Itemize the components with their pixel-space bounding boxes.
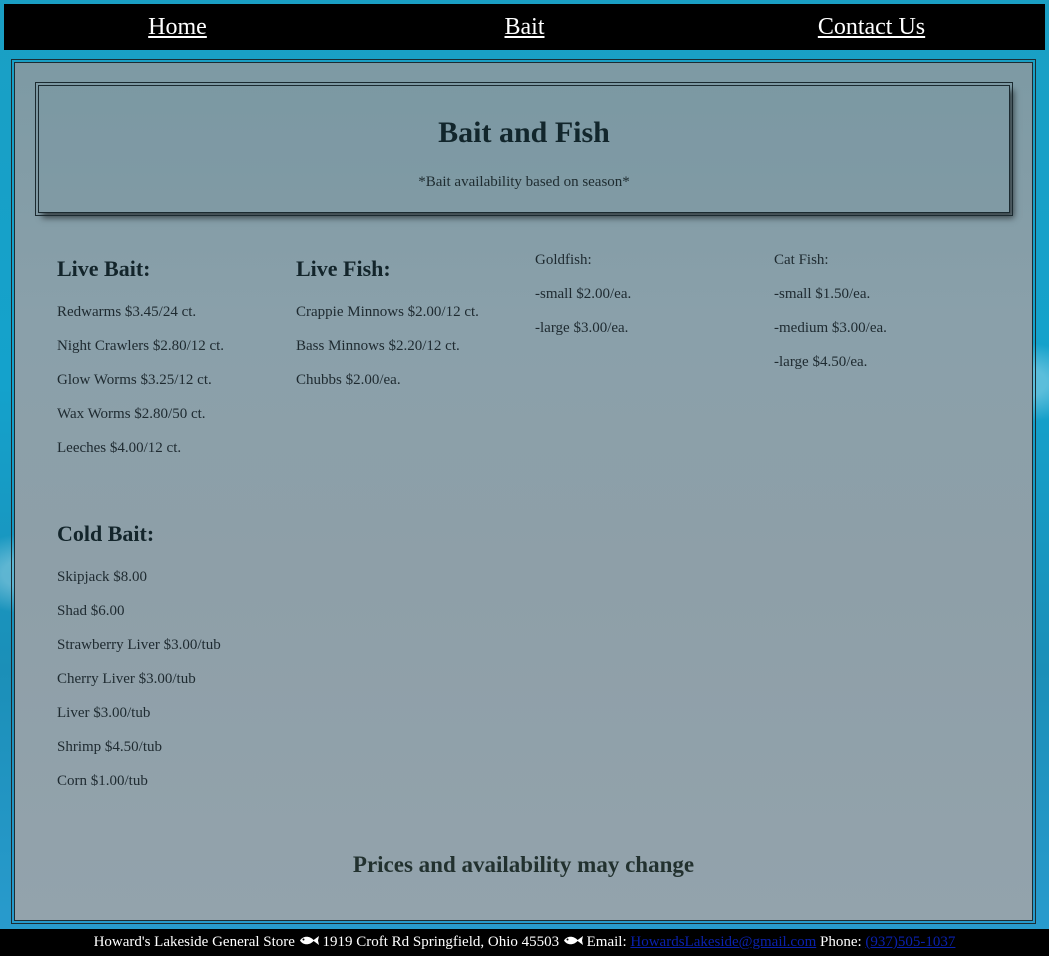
- cold-bait-heading: Cold Bait:: [57, 521, 155, 546]
- list-item: Night Crawlers $2.80/12 ct.: [57, 338, 225, 354]
- nav-home-link[interactable]: Home: [4, 14, 351, 41]
- store-address: 1919 Croft Rd Springfield, Ohio 45503: [322, 934, 560, 950]
- list-item: Shad $6.00: [57, 603, 125, 619]
- list-item: Shrimp $4.50/tub: [57, 739, 163, 755]
- phone-label: Phone:: [820, 934, 862, 950]
- list-item: Strawberry Liver $3.00/tub: [57, 637, 221, 653]
- page-header: Bait and Fish *Bait availability based o…: [35, 82, 1013, 216]
- list-item: Crappie Minnows $2.00/12 ct.: [296, 304, 479, 320]
- live-fish-section: Live Fish: Crappie Minnows $2.00/12 ct. …: [296, 256, 479, 397]
- goldfish-heading: Goldfish:: [535, 252, 592, 268]
- list-item: Skipjack $8.00: [57, 569, 147, 585]
- list-item: -large $3.00/ea.: [535, 320, 629, 336]
- top-nav: Home Bait Contact Us: [4, 4, 1045, 50]
- content-panel: Bait and Fish *Bait availability based o…: [11, 59, 1036, 924]
- list-item: Chubbs $2.00/ea.: [296, 372, 401, 388]
- list-item: Redwarms $3.45/24 ct.: [57, 304, 197, 320]
- list-item: Wax Worms $2.80/50 ct.: [57, 406, 206, 422]
- live-bait-heading: Live Bait:: [57, 256, 151, 281]
- list-item: Glow Worms $3.25/12 ct.: [57, 372, 212, 388]
- phone-link[interactable]: (937)505-1037: [865, 934, 955, 950]
- list-item: Liver $3.00/tub: [57, 705, 151, 721]
- list-item: -small $1.50/ea.: [774, 286, 871, 302]
- fish-icon: [299, 929, 319, 956]
- list-item: Cherry Liver $3.00/tub: [57, 671, 196, 687]
- catfish-section: Cat Fish: -small $1.50/ea. -medium $3.00…: [774, 243, 887, 379]
- list-item: Corn $1.00/tub: [57, 773, 148, 789]
- live-fish-heading: Live Fish:: [296, 256, 391, 281]
- price-notice: Prices and availability may change: [352, 852, 695, 877]
- email-link[interactable]: HowardsLakeside@gmail.com: [630, 934, 816, 950]
- cold-bait-section: Cold Bait: Skipjack $8.00 Shad $6.00 Str…: [57, 521, 221, 798]
- list-item: -large $4.50/ea.: [774, 354, 868, 370]
- fish-icon: [563, 929, 583, 956]
- catfish-heading: Cat Fish:: [774, 252, 829, 268]
- list-item: -small $2.00/ea.: [535, 286, 632, 302]
- list-item: -medium $3.00/ea.: [774, 320, 887, 336]
- page-subtitle: *Bait availability based on season*: [418, 174, 630, 190]
- footer: Howard's Lakeside General Store 1919 Cro…: [0, 929, 1049, 956]
- page-title: Bait and Fish: [438, 116, 610, 149]
- nav-contact-link[interactable]: Contact Us: [698, 14, 1045, 41]
- list-item: Bass Minnows $2.20/12 ct.: [296, 338, 460, 354]
- goldfish-section: Goldfish: -small $2.00/ea. -large $3.00/…: [535, 243, 631, 345]
- store-name: Howard's Lakeside General Store: [93, 934, 295, 950]
- list-item: Leeches $4.00/12 ct.: [57, 440, 182, 456]
- email-label: Email:: [586, 934, 627, 950]
- live-bait-section: Live Bait: Redwarms $3.45/24 ct. Night C…: [57, 256, 224, 465]
- nav-bait-link[interactable]: Bait: [351, 14, 698, 41]
